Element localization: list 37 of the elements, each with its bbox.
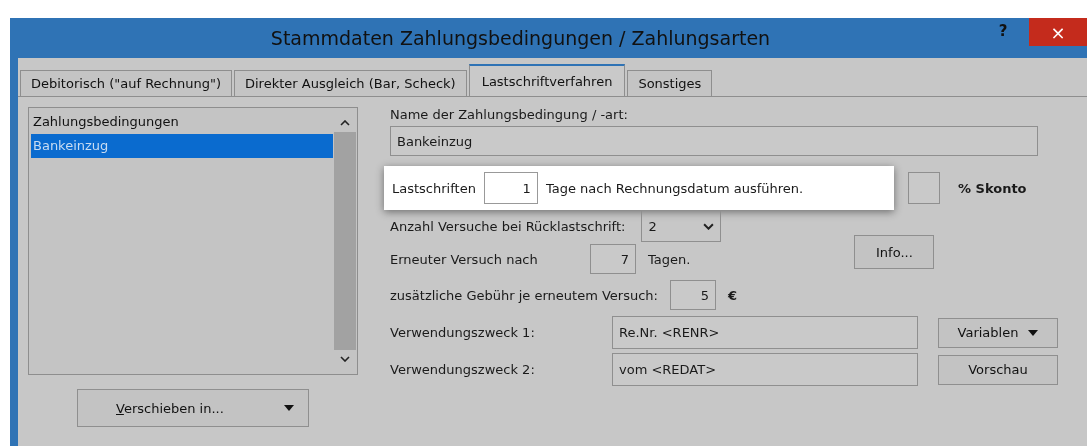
close-button[interactable]: × xyxy=(1029,18,1087,46)
scroll-up-icon[interactable] xyxy=(340,120,350,126)
tab[interactable]: Lastschriftverfahren xyxy=(468,64,626,96)
fee-field[interactable]: 5 xyxy=(670,280,716,310)
chevron-down-icon xyxy=(703,222,715,230)
scroll-down-icon[interactable] xyxy=(340,356,350,362)
info-button[interactable]: Info... xyxy=(854,235,935,269)
debit-suffix: Tage nach Rechnungsdatum ausführen. xyxy=(545,180,804,196)
variables-button[interactable]: Variablen xyxy=(938,317,1058,348)
tab[interactable]: Sonstiges xyxy=(627,70,713,96)
fee-unit: € xyxy=(728,287,738,303)
name-label: Name der Zahlungsbedingung / -art: xyxy=(390,107,629,122)
retry-days-field[interactable]: 7 xyxy=(590,244,636,274)
purpose-field[interactable]: vom <REDAT> xyxy=(612,353,918,386)
fee-label: zusätzliche Gebühr je erneutem Versuch: xyxy=(390,287,658,303)
retry-label: Erneuter Versuch nach xyxy=(390,251,539,267)
purpose-field[interactable]: Re.Nr. <RENR> xyxy=(612,316,918,349)
purpose-label: Verwendungszweck 1: xyxy=(390,325,536,340)
days-field[interactable]: 1 xyxy=(483,172,538,204)
dropdown-triangle-icon xyxy=(1028,329,1039,336)
purpose-label: Verwendungszweck 2: xyxy=(390,362,536,377)
list-header: Zahlungsbedingungen xyxy=(32,113,180,131)
tab[interactable]: Direkter Ausgleich (Bar, Scheck) xyxy=(234,70,467,96)
attempts-label: Anzahl Versuche bei Rücklastschrift: xyxy=(390,218,626,234)
attempts-dropdown[interactable]: 2 xyxy=(641,210,722,242)
skonto-field[interactable] xyxy=(908,172,940,204)
dropdown-triangle-icon xyxy=(284,405,294,411)
window-title: Stammdaten Zahlungsbedingungen / Zahlungsarten xyxy=(269,27,772,49)
tab[interactable]: Debitorisch ("auf Rechnung") xyxy=(20,70,232,96)
debit-label: Lastschriften xyxy=(392,180,476,196)
skonto-label: % Skonto xyxy=(958,180,1027,196)
retry-suffix: Tagen. xyxy=(648,251,691,267)
list-item[interactable]: Bankeinzug xyxy=(31,134,333,158)
name-field[interactable]: Bankeinzug xyxy=(390,126,1038,156)
preview-button[interactable]: Vorschau xyxy=(938,354,1058,385)
help-button[interactable]: ? xyxy=(983,18,1023,41)
move-button[interactable]: Verschieben in... xyxy=(77,389,309,427)
